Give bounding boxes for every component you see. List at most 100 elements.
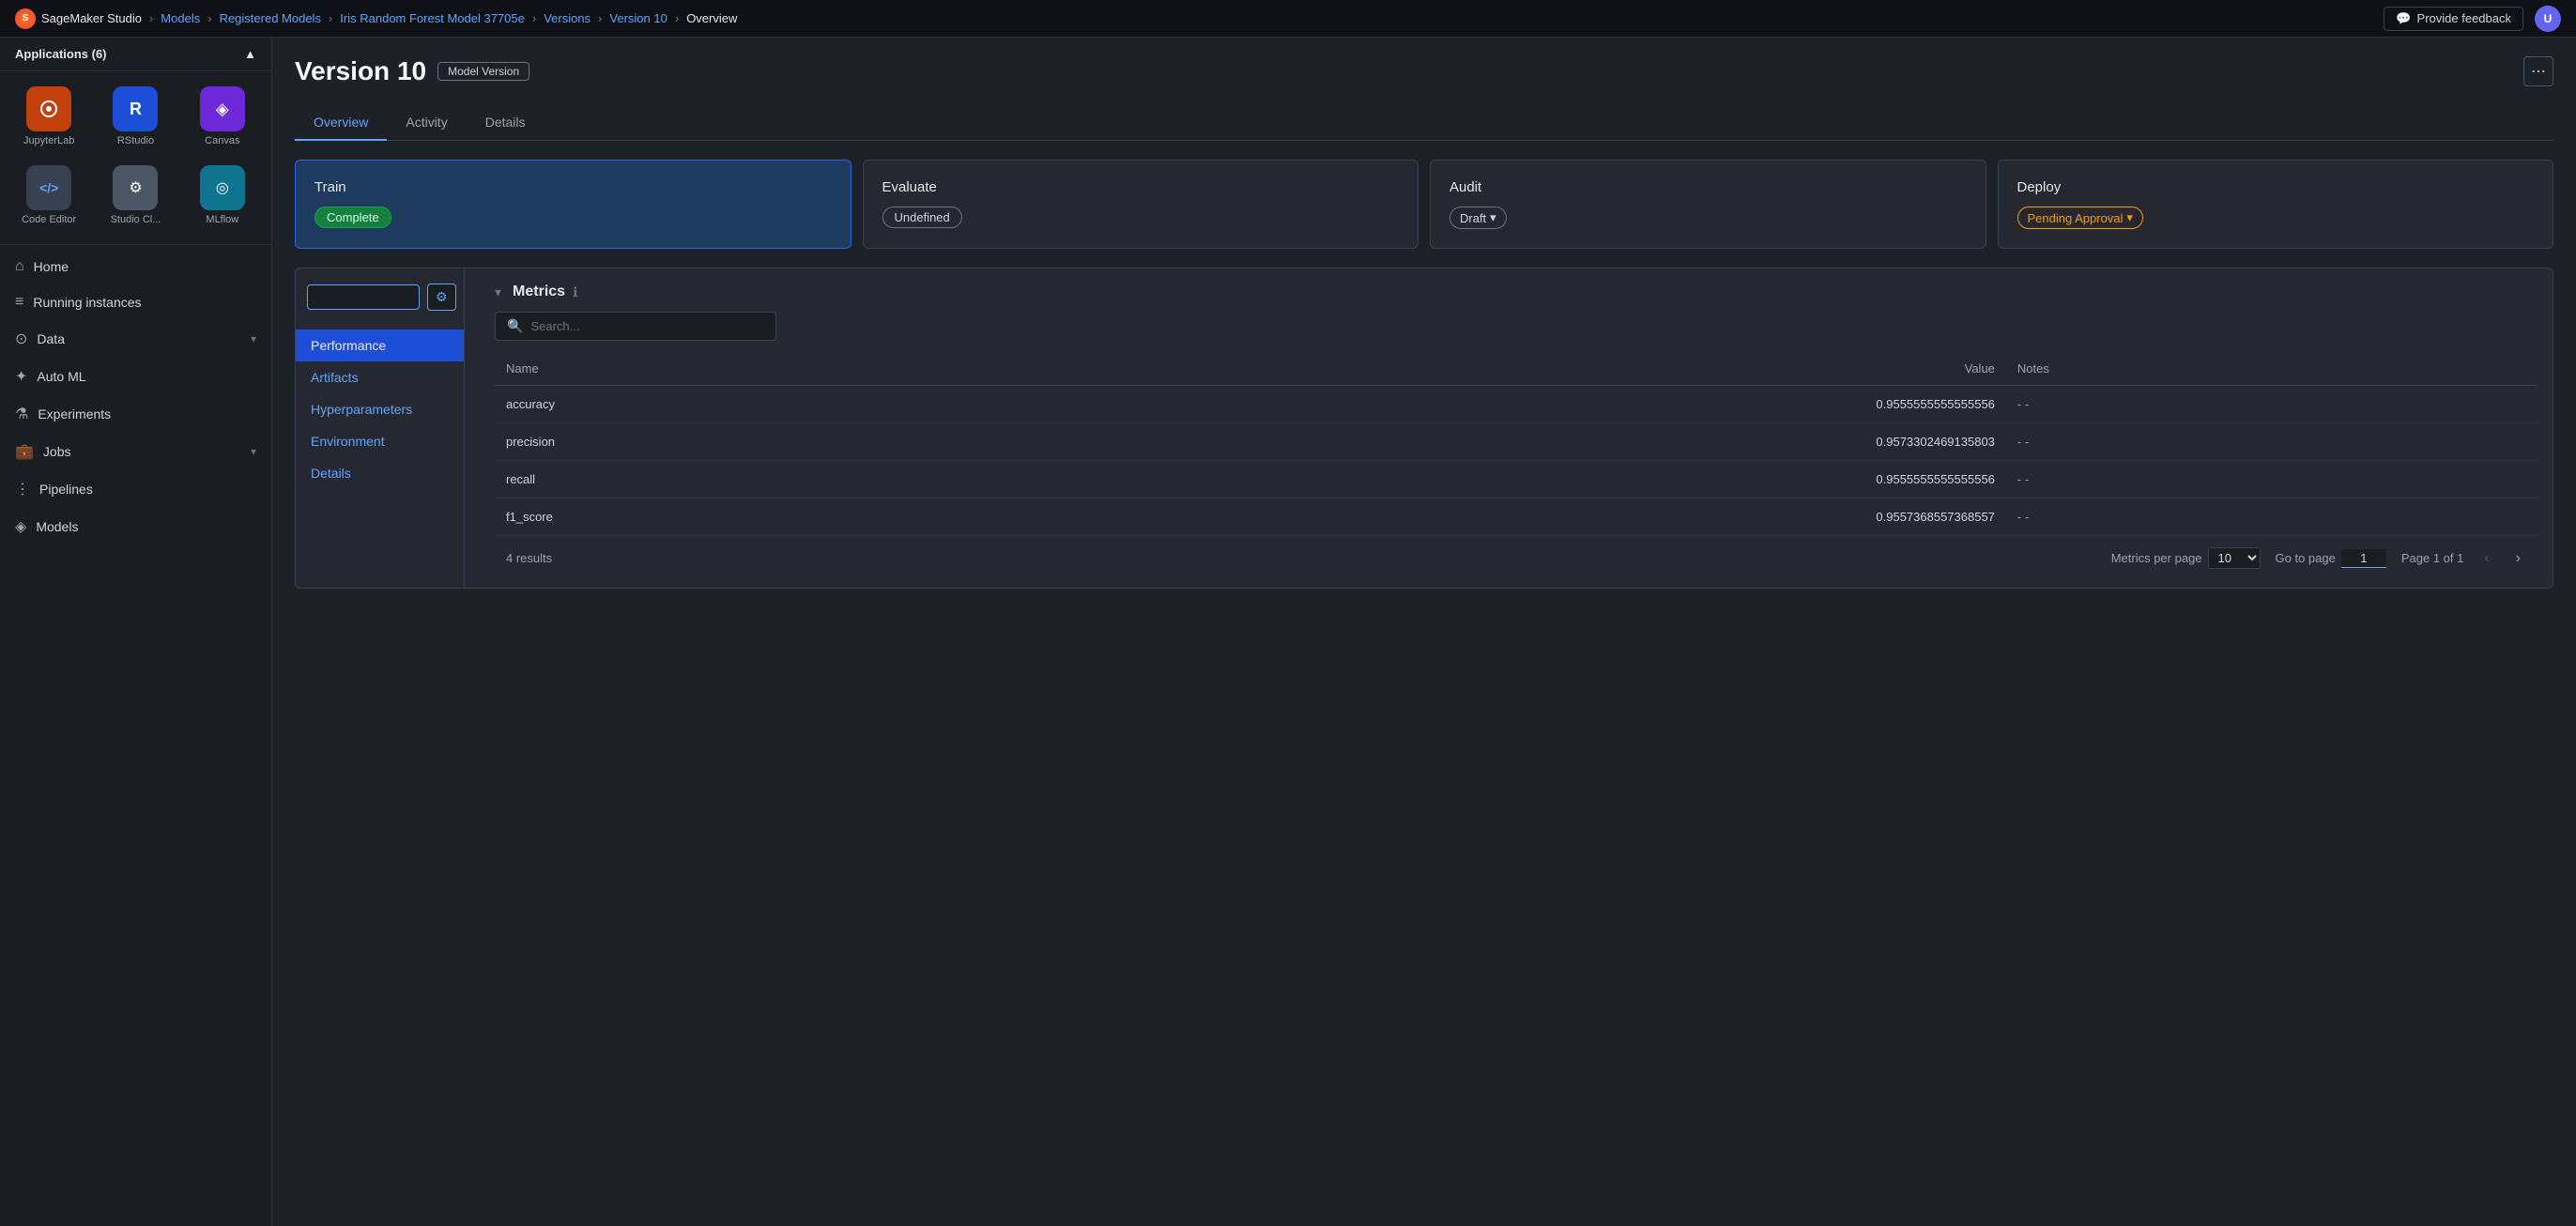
goto-page-label: Go to page — [2276, 551, 2336, 565]
brand-icon: S — [15, 8, 36, 29]
nav-item-details[interactable]: Details — [296, 457, 464, 489]
apps-collapse-icon[interactable]: ▲ — [244, 47, 256, 61]
app-jupyterlab[interactable]: JupyterLab — [8, 79, 90, 154]
tab-overview[interactable]: Overview — [295, 105, 387, 141]
canvas-icon: ◈ — [200, 86, 245, 131]
breadcrumb-models[interactable]: Models — [161, 11, 200, 25]
table-footer-right: Metrics per page 10 25 50 100 Go to page — [2111, 547, 2526, 569]
code-editor-icon: </> — [26, 165, 71, 210]
breadcrumb-registered[interactable]: Registered Models — [220, 11, 321, 25]
sidebar-item-running-instances[interactable]: ≡ Running instances — [0, 284, 271, 320]
nav-item-hyperparameters[interactable]: Hyperparameters — [296, 393, 464, 425]
collapse-icon[interactable]: ▾ — [495, 284, 501, 300]
tab-activity[interactable]: Activity — [387, 105, 466, 141]
sidebar-item-jobs[interactable]: 💼 Jobs — [0, 433, 271, 470]
table-row: precision 0.9573302469135803 - - — [495, 423, 2538, 461]
filter-input[interactable] — [307, 284, 420, 310]
nav-item-environment[interactable]: Environment — [296, 425, 464, 457]
sidebar-item-home[interactable]: ⌂ Home — [0, 249, 271, 284]
apps-section-header: Applications (6) ▲ — [0, 38, 271, 71]
jobs-icon: 💼 — [15, 442, 34, 461]
pipelines-icon: ⋮ — [15, 480, 30, 498]
apps-label: Applications (6) — [15, 47, 107, 61]
breadcrumb-model[interactable]: Iris Random Forest Model 37705e — [340, 11, 525, 25]
provide-feedback-button[interactable]: 💬 Provide feedback — [2384, 7, 2523, 31]
metrics-search-input[interactable] — [530, 319, 764, 333]
audit-badge-label: Draft — [1460, 211, 1486, 225]
sidebar-item-data[interactable]: ⊙ Data — [0, 320, 271, 358]
breadcrumb-current: Overview — [686, 11, 737, 25]
metrics-area: ⚙ Performance Artifacts Hyperparameters … — [295, 268, 2553, 589]
data-chevron-icon — [251, 332, 256, 345]
results-count: 4 results — [506, 551, 552, 565]
experiments-label: Experiments — [38, 406, 111, 421]
experiments-icon: ⚗ — [15, 405, 28, 423]
sidebar-divider-1 — [0, 244, 271, 245]
col-header-name: Name — [495, 352, 626, 386]
deploy-status-badge[interactable]: Pending Approval ▾ — [2017, 207, 2143, 229]
col-header-notes: Notes — [2006, 352, 2538, 386]
app-studio-cl[interactable]: ⚙ Studio Cl... — [94, 158, 176, 233]
app-canvas[interactable]: ◈ Canvas — [181, 79, 264, 154]
brand[interactable]: S SageMaker Studio — [15, 8, 142, 29]
table-footer: 4 results Metrics per page 10 25 50 100 — [495, 536, 2538, 573]
sidebar-item-models[interactable]: ◈ Models — [0, 508, 271, 545]
next-page-button[interactable]: › — [2510, 548, 2526, 569]
page-title: Version 10 — [295, 56, 426, 86]
sidebar-item-experiments[interactable]: ⚗ Experiments — [0, 395, 271, 433]
breadcrumb-version10[interactable]: Version 10 — [609, 11, 667, 25]
sep1: › — [149, 11, 153, 25]
sidebar-item-pipelines[interactable]: ⋮ Pipelines — [0, 470, 271, 508]
metric-name: recall — [495, 461, 626, 498]
app-code-editor[interactable]: </> Code Editor — [8, 158, 90, 233]
mlflow-label: MLflow — [206, 214, 238, 225]
sep2: › — [207, 11, 211, 25]
audit-chevron-icon: ▾ — [1490, 210, 1496, 225]
sep5: › — [598, 11, 602, 25]
topbar-right: 💬 Provide feedback U — [2384, 6, 2561, 32]
page-header: Version 10 Model Version ⋯ — [295, 56, 2553, 86]
tab-details[interactable]: Details — [467, 105, 544, 141]
jupyterlab-label: JupyterLab — [23, 135, 74, 146]
feedback-label: Provide feedback — [2417, 11, 2511, 25]
breadcrumb-area: S SageMaker Studio › Models › Registered… — [15, 8, 737, 29]
jobs-chevron-icon — [251, 445, 256, 458]
nav-item-performance[interactable]: Performance — [296, 329, 464, 361]
audit-status-badge[interactable]: Draft ▾ — [1449, 207, 1507, 229]
metric-name: precision — [495, 423, 626, 461]
app-rstudio[interactable]: R RStudio — [94, 79, 176, 154]
sidebar-item-automl[interactable]: ✦ Auto ML — [0, 358, 271, 395]
nav-item-artifacts[interactable]: Artifacts — [296, 361, 464, 393]
more-options-button[interactable]: ⋯ — [2523, 56, 2553, 86]
table-row: f1_score 0.9557368557368557 - - — [495, 498, 2538, 536]
automl-label: Auto ML — [37, 369, 85, 384]
sep4: › — [532, 11, 536, 25]
prev-page-button[interactable]: ‹ — [2478, 548, 2494, 569]
user-avatar[interactable]: U — [2535, 6, 2561, 32]
per-page-dropdown[interactable]: 10 25 50 100 — [2208, 547, 2261, 569]
goto-page-input[interactable] — [2341, 549, 2386, 568]
metric-notes: - - — [2006, 498, 2538, 536]
running-label: Running instances — [33, 295, 141, 310]
models-icon: ◈ — [15, 517, 26, 536]
topbar: S SageMaker Studio › Models › Registered… — [0, 0, 2576, 38]
canvas-label: Canvas — [205, 135, 239, 146]
metric-value: 0.9557368557368557 — [626, 498, 2006, 536]
data-label: Data — [37, 331, 65, 346]
gear-button[interactable]: ⚙ — [427, 284, 456, 311]
info-icon[interactable]: ℹ — [573, 284, 577, 300]
jupyterlab-icon — [26, 86, 71, 131]
evaluate-status-badge: Undefined — [882, 207, 962, 228]
per-page-label: Metrics per page — [2111, 551, 2202, 565]
goto-page: Go to page — [2276, 549, 2386, 568]
metric-name: f1_score — [495, 498, 626, 536]
home-icon: ⌂ — [15, 258, 24, 275]
feedback-icon: 💬 — [2396, 11, 2411, 26]
metric-notes: - - — [2006, 386, 2538, 423]
app-mlflow[interactable]: ◎ MLflow — [181, 158, 264, 233]
data-icon: ⊙ — [15, 329, 27, 348]
model-version-badge: Model Version — [437, 62, 529, 81]
breadcrumb-versions[interactable]: Versions — [544, 11, 590, 25]
tabs-bar: Overview Activity Details — [295, 105, 2553, 141]
automl-icon: ✦ — [15, 367, 27, 386]
